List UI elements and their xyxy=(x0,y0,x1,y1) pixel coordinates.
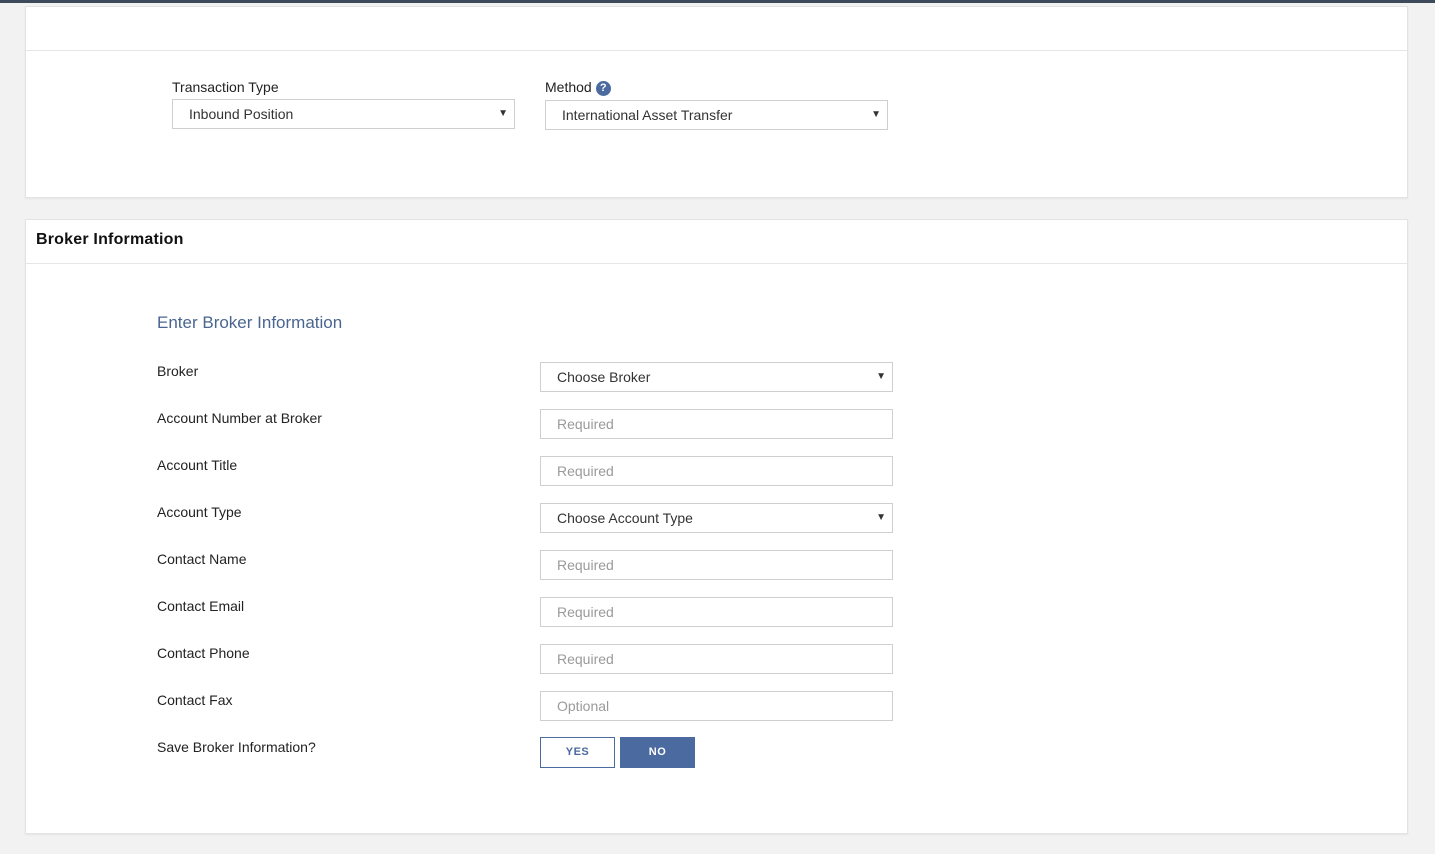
caret-down-icon: ▼ xyxy=(876,371,886,382)
caret-down-icon: ▼ xyxy=(876,512,886,523)
caret-down-icon: ▼ xyxy=(498,108,508,119)
account-title-input[interactable]: Required xyxy=(540,456,893,486)
account-title-label: Account Title xyxy=(157,457,238,473)
account-type-select[interactable]: Choose Account Type ▼ xyxy=(540,503,893,533)
method-label: Method? xyxy=(545,79,611,96)
broker-card-header: Broker Information xyxy=(26,220,1407,264)
transaction-type-value: Inbound Position xyxy=(189,106,294,122)
question-circle-icon[interactable]: ? xyxy=(595,81,611,96)
transaction-card: Transaction Type Inbound Position ▼ Meth… xyxy=(25,6,1408,198)
method-select[interactable]: International Asset Transfer ▼ xyxy=(545,100,888,130)
contact-fax-placeholder: Optional xyxy=(557,698,610,714)
account-type-value: Choose Account Type xyxy=(557,510,693,526)
account-title-placeholder: Required xyxy=(557,463,614,479)
transaction-type-label: Transaction Type xyxy=(172,79,279,95)
account-type-label: Account Type xyxy=(157,504,242,520)
contact-email-label: Contact Email xyxy=(157,598,245,614)
top-bar xyxy=(0,0,1435,3)
contact-phone-label: Contact Phone xyxy=(157,645,250,661)
account-number-input[interactable]: Required xyxy=(540,409,893,439)
save-broker-label: Save Broker Information? xyxy=(157,739,316,755)
broker-subheading: Enter Broker Information xyxy=(157,313,343,332)
broker-label: Broker xyxy=(157,363,199,379)
account-number-label: Account Number at Broker xyxy=(157,410,322,426)
transaction-card-header xyxy=(26,7,1407,51)
account-number-placeholder: Required xyxy=(557,416,614,432)
contact-email-input[interactable]: Required xyxy=(540,597,893,627)
contact-email-placeholder: Required xyxy=(557,604,614,620)
contact-fax-input[interactable]: Optional xyxy=(540,691,893,721)
no-button[interactable]: NO xyxy=(620,737,695,768)
yes-button[interactable]: YES xyxy=(540,737,615,768)
contact-phone-placeholder: Required xyxy=(557,651,614,667)
contact-name-label: Contact Name xyxy=(157,551,247,567)
contact-phone-input[interactable]: Required xyxy=(540,644,893,674)
broker-information-card: Broker Information Enter Broker Informat… xyxy=(25,219,1408,834)
transaction-type-select[interactable]: Inbound Position ▼ xyxy=(172,99,515,129)
broker-select[interactable]: Choose Broker ▼ xyxy=(540,362,893,392)
contact-name-input[interactable]: Required xyxy=(540,550,893,580)
contact-fax-label: Contact Fax xyxy=(157,692,233,708)
broker-section-title: Broker Information xyxy=(36,231,184,248)
broker-select-value: Choose Broker xyxy=(557,369,651,385)
contact-name-placeholder: Required xyxy=(557,557,614,573)
caret-down-icon: ▼ xyxy=(871,109,881,120)
method-label-text: Method xyxy=(545,79,592,95)
method-value: International Asset Transfer xyxy=(562,107,733,123)
